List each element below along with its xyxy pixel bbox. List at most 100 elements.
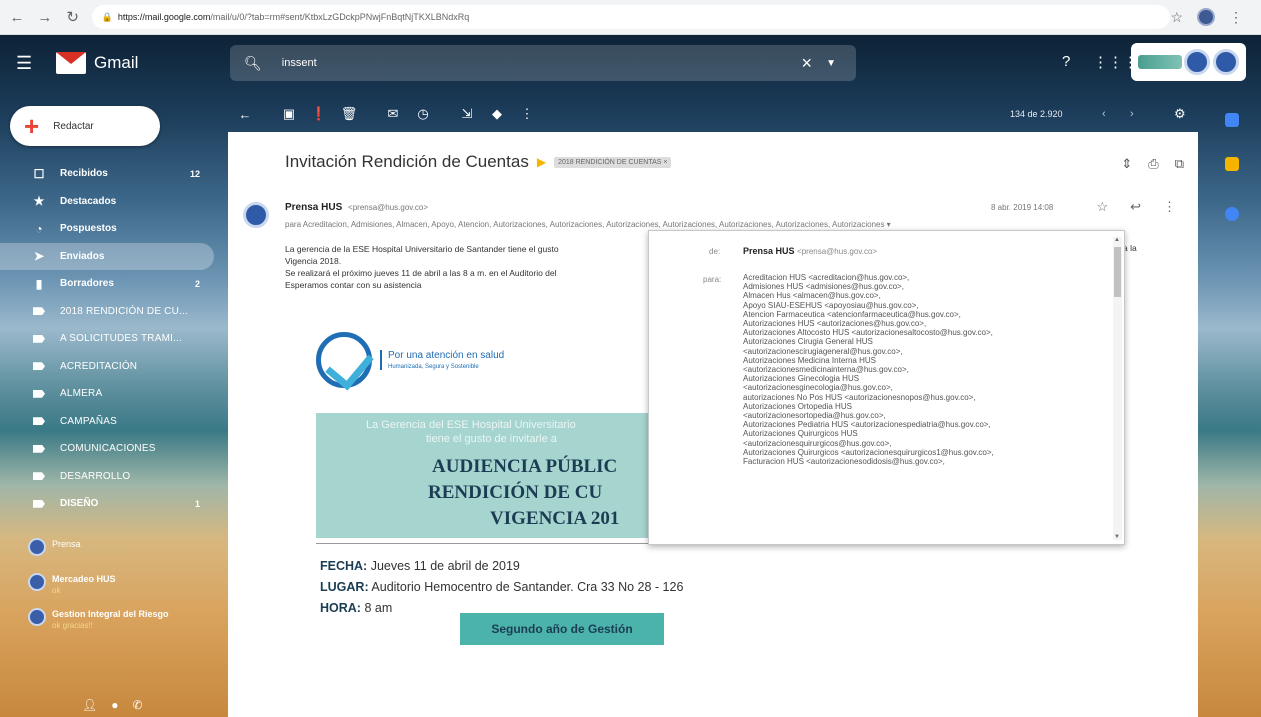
contact-item[interactable]: Mercadeo HUS ok: [28, 573, 218, 599]
banner-title-line: AUDIENCIA PÚBLIC: [432, 456, 618, 477]
event-details: FECHA: Jueves 11 de abril de 2019 LUGAR:…: [320, 556, 683, 619]
popup-from-name: Prensa HUS: [743, 246, 795, 256]
scroll-thumb[interactable]: [1114, 247, 1121, 297]
message-body: La gerencia de la ESE Hospital Universit…: [285, 243, 665, 291]
scroll-down-icon[interactable]: ▼: [1114, 534, 1120, 540]
browser-menu-icon[interactable]: ⋮: [1229, 9, 1243, 26]
print-icon[interactable]: ⎙: [1148, 156, 1158, 172]
newer-icon[interactable]: ‹: [1102, 108, 1106, 120]
snooze-icon[interactable]: ◷: [408, 106, 438, 122]
move-to-icon[interactable]: ⇲: [452, 106, 482, 122]
sender-avatar[interactable]: [243, 202, 269, 228]
sidebar-label-campanas[interactable]: CAMPAÑAS: [0, 408, 214, 436]
plus-icon: +: [24, 111, 40, 141]
reply-icon[interactable]: ↩: [1130, 199, 1141, 215]
tasks-icon[interactable]: [1225, 207, 1239, 221]
sidebar-label-almera[interactable]: ALMERA: [0, 380, 214, 408]
delete-icon[interactable]: 🗑︎: [334, 106, 364, 122]
sidebar-item-enviados[interactable]: ➤ Enviados: [0, 242, 214, 270]
clear-search-icon[interactable]: ×: [801, 53, 812, 74]
contact-item[interactable]: Gestion Integral del Riesgo ok gracias!!: [28, 608, 218, 634]
star-toggle-icon[interactable]: ☆: [1096, 199, 1108, 215]
sidebar-label-solicitudes[interactable]: A SOLICITUDES TRAMI...: [0, 325, 214, 353]
sidebar-label-desarrollo[interactable]: DESARROLLO: [0, 463, 214, 491]
older-icon[interactable]: ›: [1130, 108, 1134, 120]
sidebar-label-diseno[interactable]: DISEÑO 1: [0, 490, 214, 518]
address-bar[interactable]: 🔒 https://mail.google.com /mail/u/0/?tab…: [91, 5, 1171, 29]
account-switcher[interactable]: [1131, 43, 1246, 81]
browser-profile-icon[interactable]: [1197, 8, 1215, 26]
back-to-list-icon[interactable]: ←: [230, 107, 260, 122]
gmail-logo[interactable]: Gmail: [56, 52, 138, 74]
label-as-icon[interactable]: ◆: [482, 106, 512, 122]
fecha-label: FECHA:: [320, 559, 368, 573]
label-chip[interactable]: 2018 RENDICIÓN DE CUENTAS ×: [554, 156, 672, 168]
send-icon: ➤: [33, 249, 45, 264]
contact-text: Mercadeo HUS ok: [52, 573, 116, 597]
settings-gear-icon[interactable]: ⚙: [1174, 106, 1186, 122]
label-icon: [28, 497, 50, 511]
recipient-entry: Autorizaciones HUS <autorizaciones@hus.g…: [743, 319, 927, 329]
sidebar-label-acreditacion[interactable]: ACREDITACIÓN: [0, 353, 214, 381]
search-input[interactable]: inssent: [282, 57, 317, 69]
sidebar-item-label: ALMERA: [60, 388, 103, 400]
label-icon: [28, 387, 50, 401]
report-spam-icon[interactable]: ❗: [304, 106, 334, 122]
archive-icon[interactable]: ▣: [274, 106, 304, 122]
recipient-entry: <autorizacionesmedicinainterna@hus.gov.c…: [743, 365, 909, 375]
sidebar-item-recibidos[interactable]: ☐ Recibidos 12: [0, 160, 214, 188]
bookmark-star-icon[interactable]: ☆: [1170, 9, 1183, 26]
main-menu-icon[interactable]: ☰: [16, 53, 56, 74]
divider: [316, 543, 652, 544]
reload-icon[interactable]: ↻: [62, 6, 84, 28]
hangouts-footer: 👤︎ ● ✆: [82, 698, 143, 712]
recipient-entry: Autorizaciones Ortopedia HUS: [743, 401, 852, 411]
message-date: 8 abr. 2019 14:08: [991, 203, 1054, 212]
back-icon[interactable]: ←: [6, 6, 28, 28]
expand-all-icon[interactable]: ⇕: [1121, 156, 1132, 172]
phone-icon[interactable]: ✆: [132, 698, 142, 712]
sidebar-label-comunicaciones[interactable]: COMUNICACIONES: [0, 435, 214, 463]
popup-scrollbar[interactable]: ▲ ▼: [1113, 237, 1122, 540]
calendar-icon[interactable]: [1225, 113, 1239, 127]
sidebar-item-label: A SOLICITUDES TRAMI...: [60, 333, 183, 345]
sender-line: Prensa HUS <prensa@hus.gov.co>: [285, 202, 428, 213]
sidebar-item-pospuestos[interactable]: ◔ Pospuestos: [0, 215, 214, 243]
recipient-entry: Autorizaciones Cirugia General HUS: [743, 337, 873, 347]
hangouts-icon[interactable]: ●: [111, 698, 118, 712]
more-actions-icon[interactable]: ⋮: [512, 106, 542, 122]
sidebar-item-label: 2018 RENDICIÓN DE CU...: [60, 305, 188, 317]
account-avatar-icon[interactable]: [1184, 49, 1211, 75]
from-label: de:: [709, 247, 721, 256]
open-new-window-icon[interactable]: ⧉: [1175, 156, 1184, 172]
search-icon[interactable]: 🔍︎: [244, 55, 262, 72]
mark-unread-icon[interactable]: ✉: [378, 106, 408, 122]
account-avatar-icon[interactable]: [1212, 49, 1239, 75]
banner-intro: La Gerencia del ESE Hospital Universitar…: [366, 418, 652, 446]
sidebar-item-label: COMUNICACIONES: [60, 443, 156, 455]
recipient-entry: <autorizacionesquirurgicos@hus.gov.co>,: [743, 438, 892, 448]
forward-icon[interactable]: →: [34, 6, 56, 28]
person-icon[interactable]: 👤︎: [82, 698, 97, 712]
sidebar-item-destacados[interactable]: ★ Destacados: [0, 188, 214, 216]
search-options-icon[interactable]: ▼: [826, 58, 836, 69]
contact-item[interactable]: Prensa: [28, 538, 218, 564]
side-panel: [1200, 91, 1261, 717]
fecha-value: Jueves 11 de abril de 2019: [370, 559, 520, 573]
help-icon[interactable]: ?: [1062, 53, 1070, 70]
recipients-summary[interactable]: para Acreditacion, Admisiones, Almacen, …: [285, 220, 1120, 229]
sidebar-item-borradores[interactable]: ▮ Borradores 2: [0, 270, 214, 298]
important-marker-icon[interactable]: ▶: [537, 155, 546, 169]
sidebar-item-label: CAMPAÑAS: [60, 415, 117, 427]
sender-name[interactable]: Prensa HUS: [285, 202, 342, 213]
compose-button[interactable]: + Redactar: [10, 106, 160, 146]
body-line: Esperamos contar con su asistencia: [285, 280, 422, 290]
search-bar[interactable]: 🔍︎ inssent × ▼: [230, 45, 856, 81]
keep-icon[interactable]: [1225, 157, 1239, 171]
sidebar-label-rendicion[interactable]: 2018 RENDICIÓN DE CU...: [0, 298, 214, 326]
scroll-up-icon[interactable]: ▲: [1114, 237, 1120, 243]
more-options-icon[interactable]: ⋮: [1163, 199, 1176, 215]
event-date-row: FECHA: Jueves 11 de abril de 2019: [320, 556, 683, 577]
draft-count: 2: [194, 278, 200, 289]
label-icon: [28, 304, 50, 318]
